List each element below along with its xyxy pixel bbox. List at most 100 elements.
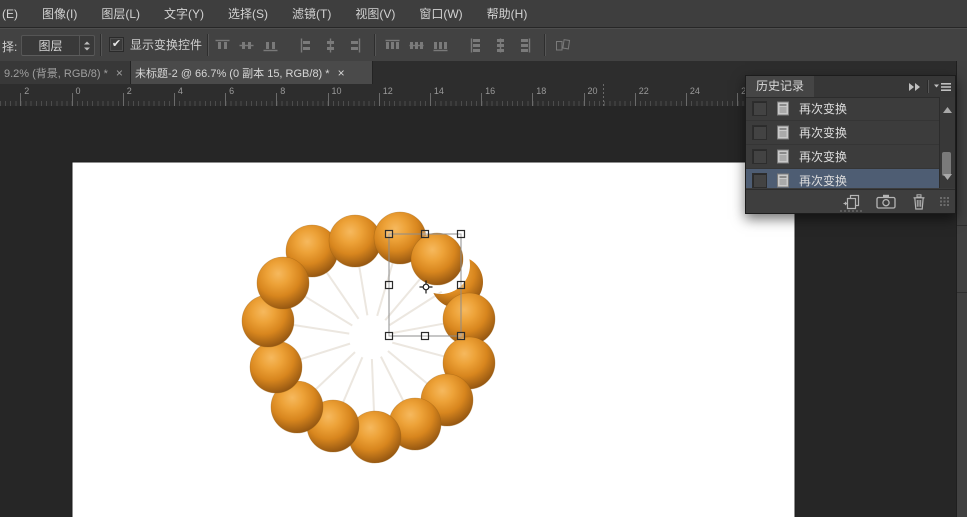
panel-resize-grip-icon[interactable]	[940, 193, 949, 211]
tab-untitled-2-document[interactable]: 未标题-2 @ 66.7% (0 副本 15, RGB/8) * ×	[131, 61, 373, 84]
align-icon-strip	[214, 34, 578, 56]
auto-select-mode-dropdown[interactable]: 图层	[21, 35, 95, 56]
show-transform-controls-checkbox[interactable]: ✔	[109, 37, 124, 52]
distribute-right-edges-icon[interactable]	[516, 37, 533, 54]
ruler-number: 8	[280, 86, 285, 96]
menu-item[interactable]: 滤镜(T)	[280, 5, 343, 22]
history-state-label: 再次变换	[799, 172, 847, 188]
distribute-top-edges-icon[interactable]	[384, 37, 401, 54]
tab-label: 9.2% (背景, RGB/8) *	[0, 65, 114, 81]
new-document-from-state-button[interactable]	[843, 194, 861, 210]
history-state-row[interactable]: 再次变换	[746, 169, 955, 188]
menu-item[interactable]: 窗口(W)	[407, 5, 474, 22]
menu-item[interactable]: 视图(V)	[343, 5, 407, 22]
options-divider	[374, 34, 376, 56]
ruler-major-tick	[430, 93, 431, 106]
close-tab-icon[interactable]: ×	[114, 66, 130, 80]
delete-state-button[interactable]	[911, 194, 927, 210]
menu-item[interactable]: 选择(S)	[216, 5, 280, 22]
panel-menu-icon[interactable]	[934, 82, 951, 92]
menu-item[interactable]: 帮助(H)	[475, 5, 540, 22]
history-state-list: 再次变换再次变换再次变换再次变换	[746, 97, 955, 188]
dock-separator	[957, 292, 967, 293]
history-brush-source-well[interactable]	[752, 149, 767, 164]
align-left-edges-icon[interactable]	[298, 37, 315, 54]
sphere	[257, 257, 309, 309]
new-snapshot-button[interactable]	[876, 194, 896, 209]
collapse-to-icons-icon[interactable]	[908, 83, 922, 91]
scroll-down-icon[interactable]	[943, 167, 952, 185]
ruler-cursor-indicator	[603, 84, 604, 106]
distribute-vertical-centers-icon[interactable]	[408, 37, 425, 54]
options-divider	[544, 34, 546, 56]
align-right-edges-icon[interactable]	[346, 37, 363, 54]
menu-item[interactable]: 图像(I)	[30, 5, 89, 22]
panel-dock-strip[interactable]	[956, 61, 967, 517]
document-canvas[interactable]	[72, 162, 795, 517]
dock-separator	[957, 225, 967, 226]
tab-background-document[interactable]: 9.2% (背景, RGB/8) * ×	[0, 61, 131, 84]
options-divider	[100, 34, 102, 56]
transform-handle[interactable]	[422, 231, 429, 238]
ruler-major-tick	[20, 93, 21, 106]
history-panel-toolbar	[746, 189, 955, 213]
history-scrollbar[interactable]	[939, 97, 955, 188]
history-state-label: 再次变换	[799, 100, 847, 117]
history-brush-source-well[interactable]	[752, 125, 767, 140]
scroll-up-icon[interactable]	[943, 100, 952, 118]
dropdown-spinner-icon[interactable]	[79, 36, 94, 55]
ruler-number: 24	[690, 86, 700, 96]
transform-handle[interactable]	[422, 333, 429, 340]
align-vertical-centers-icon[interactable]	[238, 37, 255, 54]
transform-handle[interactable]	[386, 231, 393, 238]
tab-label: 未标题-2 @ 66.7% (0 副本 15, RGB/8) *	[131, 65, 336, 81]
menu-bar-items: (E)图像(I)图层(L)文字(Y)选择(S)滤镜(T)视图(V)窗口(W)帮助…	[0, 5, 539, 22]
history-panel-header: 历史记录	[746, 76, 955, 98]
sphere	[250, 341, 302, 393]
ruler-number: 18	[536, 86, 546, 96]
history-panel-title[interactable]: 历史记录	[746, 76, 814, 97]
history-state-row[interactable]: 再次变换	[746, 97, 955, 121]
history-state-row[interactable]: 再次变换	[746, 121, 955, 145]
history-panel: 历史记录 再次变换再次变换再次变换再次变换	[745, 75, 956, 214]
ruler-major-tick	[123, 93, 124, 106]
ruler-major-tick	[174, 93, 175, 106]
menu-item[interactable]: (E)	[0, 7, 30, 21]
transform-handle[interactable]	[386, 282, 393, 289]
ruler-major-tick	[532, 93, 533, 106]
menu-item[interactable]: 图层(L)	[89, 5, 152, 22]
transform-handle[interactable]	[458, 333, 465, 340]
dropdown-value: 图层	[22, 37, 79, 54]
ruler-major-tick	[584, 93, 585, 106]
transform-handle[interactable]	[458, 231, 465, 238]
panel-drag-dots[interactable]	[840, 210, 862, 212]
ruler-number: 2	[24, 86, 29, 96]
align-horizontal-centers-icon[interactable]	[322, 37, 339, 54]
header-separator	[927, 80, 929, 93]
auto-align-layers-icon[interactable]	[554, 37, 571, 54]
transform-handle[interactable]	[386, 333, 393, 340]
menu-item[interactable]: 文字(Y)	[152, 5, 216, 22]
align-top-edges-icon[interactable]	[214, 37, 231, 54]
history-state-icon	[776, 149, 790, 164]
ruler-number: 14	[434, 86, 444, 96]
history-brush-source-well[interactable]	[752, 101, 767, 116]
auto-select-label: 择:	[2, 38, 17, 55]
ruler-major-tick	[379, 93, 380, 106]
ruler-major-tick	[276, 93, 277, 106]
close-tab-icon[interactable]: ×	[336, 66, 352, 80]
ruler-number: 6	[229, 86, 234, 96]
distribute-bottom-edges-icon[interactable]	[432, 37, 449, 54]
align-bottom-edges-icon[interactable]	[262, 37, 279, 54]
transform-handle[interactable]	[458, 282, 465, 289]
history-state-row[interactable]: 再次变换	[746, 145, 955, 169]
ruler-number: 0	[76, 86, 81, 96]
history-state-icon	[776, 101, 790, 116]
distribute-left-edges-icon[interactable]	[468, 37, 485, 54]
distribute-horizontal-centers-icon[interactable]	[492, 37, 509, 54]
history-state-icon	[776, 173, 790, 188]
show-transform-controls-label: 显示变换控件	[130, 36, 202, 53]
history-brush-source-well[interactable]	[752, 173, 767, 188]
ruler-major-tick	[686, 93, 687, 106]
ruler-number: 4	[178, 86, 183, 96]
